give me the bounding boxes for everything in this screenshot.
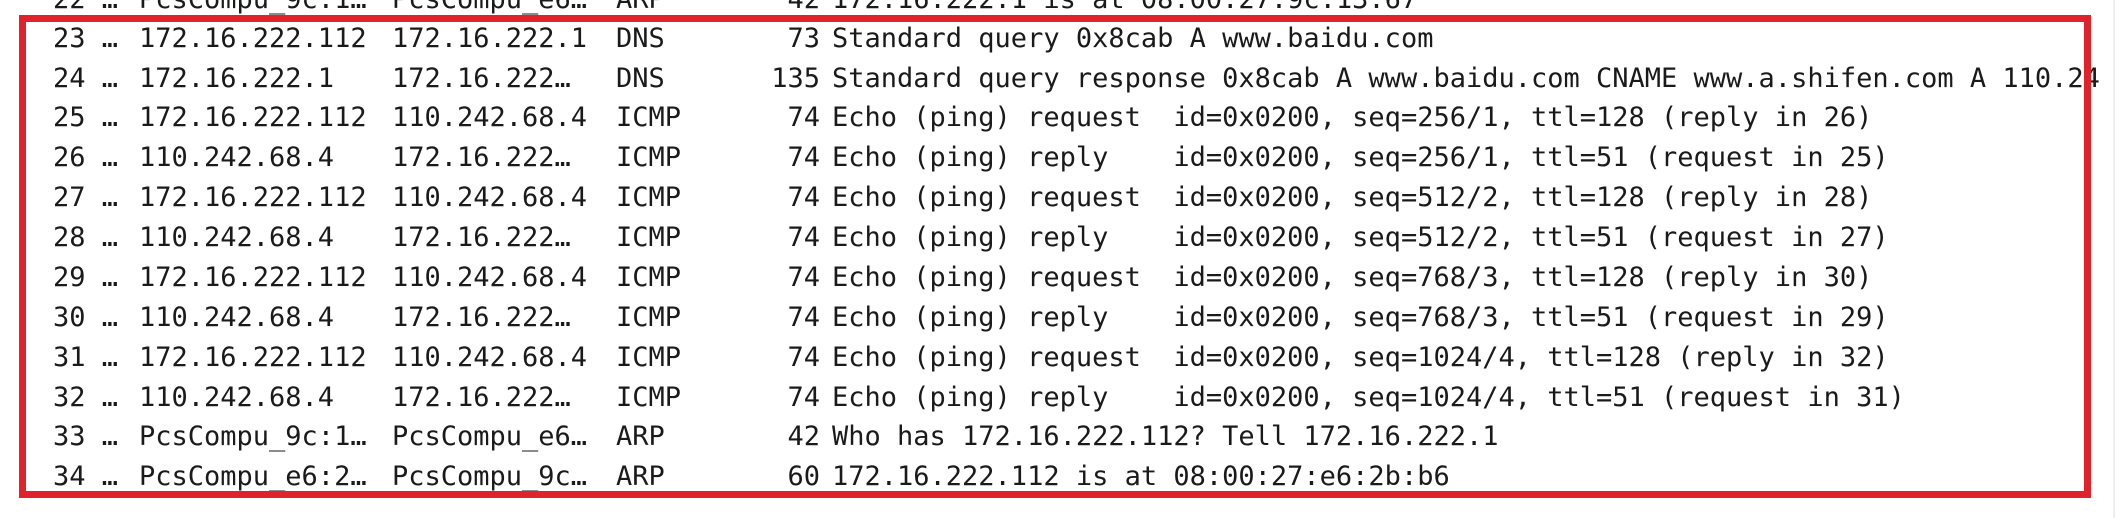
packet-source: PcsCompu_9c:1… (139, 0, 367, 20)
packet-number: 30 … (52, 302, 118, 333)
packet-number: 32 … (52, 382, 118, 413)
packet-row[interactable]: 30 … 110.242.68.4 172.16.222… ICMP 74 Ec… (0, 298, 2115, 338)
packet-source: 172.16.222.112 (139, 102, 367, 133)
packet-protocol: ICMP (616, 142, 682, 173)
packet-row[interactable]: 27 … 172.16.222.112 110.242.68.4 ICMP 74… (0, 178, 2115, 218)
packet-number: 23 … (52, 23, 118, 54)
packet-info: Echo (ping) reply id=0x0200, seq=768/3, … (832, 302, 1889, 333)
packet-destination: 172.16.222.1 (392, 23, 588, 54)
packet-source: 172.16.222.112 (139, 23, 367, 54)
packet-destination: 172.16.222… (392, 222, 571, 253)
packet-length: 74 (787, 142, 820, 173)
packet-row[interactable]: 28 … 110.242.68.4 172.16.222… ICMP 74 Ec… (0, 218, 2115, 258)
packet-destination: 110.242.68.4 (392, 182, 588, 213)
packet-length: 74 (787, 222, 820, 253)
packet-protocol: ARP (616, 0, 665, 20)
packet-info: 172.16.222.1 is at 08:00:27:9c:13:67 (832, 0, 1417, 20)
packet-source: PcsCompu_9c:1… (139, 421, 367, 452)
packet-number: 31 … (52, 342, 118, 373)
packet-info: Echo (ping) request id=0x0200, seq=512/2… (832, 182, 1873, 213)
packet-info: Echo (ping) request id=0x0200, seq=1024/… (832, 342, 1889, 373)
packet-protocol: ICMP (616, 382, 682, 413)
packet-row[interactable]: 22 … PcsCompu_9c:1… PcsCompu_e6… ARP 42 … (0, 0, 2115, 20)
packet-number: 34 … (52, 461, 118, 492)
packet-info: Standard query response 0x8cab A www.bai… (832, 63, 2100, 94)
packet-info: Echo (ping) reply id=0x0200, seq=256/1, … (832, 142, 1889, 173)
packet-protocol: ARP (616, 421, 665, 452)
packet-protocol: DNS (616, 23, 665, 54)
packet-row[interactable]: 32 … 110.242.68.4 172.16.222… ICMP 74 Ec… (0, 378, 2115, 418)
packet-number: 22 … (0, 0, 118, 20)
packet-length: 42 (787, 421, 820, 452)
packet-source: 110.242.68.4 (139, 382, 335, 413)
packet-row[interactable]: 26 … 110.242.68.4 172.16.222… ICMP 74 Ec… (0, 138, 2115, 178)
packet-source: 110.242.68.4 (139, 302, 335, 333)
packet-info: 172.16.222.112 is at 08:00:27:e6:2b:b6 (832, 461, 1450, 492)
packet-row[interactable]: 29 … 172.16.222.112 110.242.68.4 ICMP 74… (0, 258, 2115, 298)
packet-source: PcsCompu_e6:2… (139, 461, 367, 492)
packet-number: 25 … (52, 102, 118, 133)
packet-length: 135 (771, 63, 820, 94)
packet-list: 22 … PcsCompu_9c:1… PcsCompu_e6… ARP 42 … (0, 0, 2115, 518)
packet-number: 29 … (52, 262, 118, 293)
packet-protocol: ICMP (616, 302, 682, 333)
packet-length: 73 (787, 23, 820, 54)
packet-length: 74 (787, 262, 820, 293)
packet-destination: 172.16.222… (392, 63, 571, 94)
packet-protocol: DNS (616, 63, 665, 94)
packet-info: Echo (ping) request id=0x0200, seq=768/3… (832, 262, 1873, 293)
packet-length: 74 (787, 302, 820, 333)
packet-source: 172.16.222.1 (139, 63, 335, 94)
packet-source: 172.16.222.112 (139, 262, 367, 293)
packet-length: 42 (720, 0, 820, 20)
packet-info: Echo (ping) reply id=0x0200, seq=512/2, … (832, 222, 1889, 253)
packet-length: 74 (787, 182, 820, 213)
packet-number: 28 … (52, 222, 118, 253)
packet-source: 172.16.222.112 (139, 182, 367, 213)
packet-number: 33 … (52, 421, 118, 452)
packet-destination: 110.242.68.4 (392, 342, 588, 373)
packet-row[interactable]: 23 … 172.16.222.112 172.16.222.1 DNS 73 … (0, 19, 2115, 59)
packet-info: Echo (ping) reply id=0x0200, seq=1024/4,… (832, 382, 1905, 413)
packet-destination: 172.16.222… (392, 142, 571, 173)
packet-protocol: ICMP (616, 102, 682, 133)
packet-length: 74 (787, 342, 820, 373)
packet-row[interactable]: 33 … PcsCompu_9c:1… PcsCompu_e6… ARP 42 … (0, 417, 2115, 457)
packet-number: 27 … (52, 182, 118, 213)
packet-destination: 172.16.222… (392, 382, 571, 413)
packet-length: 74 (787, 102, 820, 133)
packet-info: Who has 172.16.222.112? Tell 172.16.222.… (832, 421, 1499, 452)
packet-destination: 110.242.68.4 (392, 102, 588, 133)
packet-length: 60 (787, 461, 820, 492)
packet-row[interactable]: 25 … 172.16.222.112 110.242.68.4 ICMP 74… (0, 98, 2115, 138)
packet-destination: PcsCompu_e6… (392, 421, 588, 452)
packet-protocol: ARP (616, 461, 665, 492)
packet-protocol: ICMP (616, 342, 682, 373)
packet-destination: PcsCompu_9c… (392, 461, 588, 492)
packet-info: Echo (ping) request id=0x0200, seq=256/1… (832, 102, 1873, 133)
packet-number: 24 … (52, 63, 118, 94)
packet-destination: PcsCompu_e6… (392, 0, 587, 20)
packet-protocol: ICMP (616, 182, 682, 213)
packet-destination: 110.242.68.4 (392, 262, 588, 293)
packet-source: 110.242.68.4 (139, 142, 335, 173)
packet-row[interactable]: 34 … PcsCompu_e6:2… PcsCompu_9c… ARP 60 … (0, 457, 2115, 497)
packet-row[interactable]: 24 … 172.16.222.1 172.16.222… DNS 135 St… (0, 59, 2115, 99)
packet-row[interactable]: 31 … 172.16.222.112 110.242.68.4 ICMP 74… (0, 338, 2115, 378)
packet-info: Standard query 0x8cab A www.baidu.com (832, 23, 1434, 54)
packet-protocol: ICMP (616, 262, 682, 293)
packet-number: 26 … (52, 142, 118, 173)
packet-protocol: ICMP (616, 222, 682, 253)
packet-source: 172.16.222.112 (139, 342, 367, 373)
packet-length: 74 (787, 382, 820, 413)
packet-source: 110.242.68.4 (139, 222, 335, 253)
packet-destination: 172.16.222… (392, 302, 571, 333)
